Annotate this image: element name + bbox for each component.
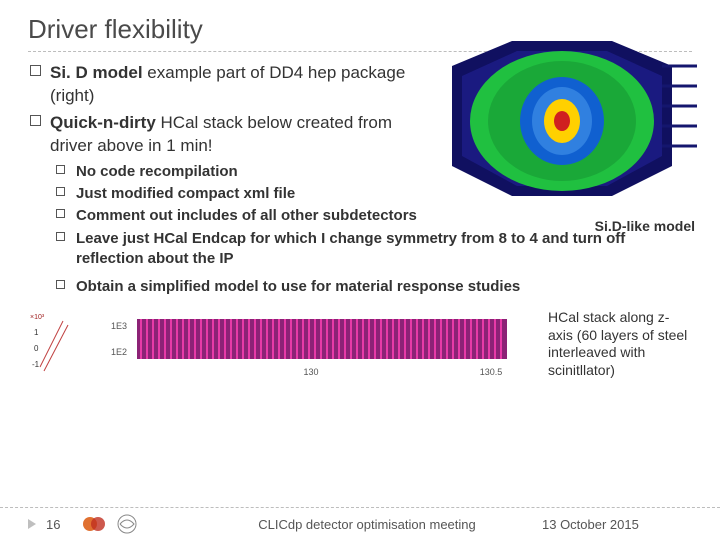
bullet-quick-dirty: Quick-n-dirty HCal stack below created f… bbox=[28, 112, 418, 158]
bullet-lead: Si. D model bbox=[50, 63, 143, 82]
bullet-leave-hcal: Leave just HCal Endcap for which I chang… bbox=[28, 229, 692, 270]
bullet-rest: code recompilation bbox=[96, 163, 238, 180]
checkbox-icon bbox=[30, 115, 41, 126]
institute-logo-icon bbox=[116, 514, 138, 534]
bullet-rest: out includes of all other subdetectors bbox=[145, 207, 417, 224]
checkbox-icon bbox=[56, 187, 65, 196]
checkbox-icon bbox=[56, 280, 65, 289]
checkbox-icon bbox=[56, 232, 65, 241]
bullet-obtain-model: Obtain a simplified model to use for mat… bbox=[28, 277, 692, 297]
bullet-rest: a simplified model to use for material r… bbox=[124, 278, 521, 295]
axis-tick: 130 bbox=[303, 367, 318, 377]
footer-date: 13 October 2015 bbox=[542, 517, 692, 532]
checkbox-icon bbox=[56, 165, 65, 174]
bullet-lead: No bbox=[76, 163, 96, 180]
hcal-caption: HCal stack along z-axis (60 layers of st… bbox=[542, 309, 692, 379]
hcal-axis-left: ×10³ 1 0 -1 bbox=[28, 309, 100, 379]
axis-tick: ×10³ bbox=[30, 314, 45, 321]
axis-tick: -1 bbox=[32, 360, 40, 369]
axis-tick: 1E2 bbox=[111, 347, 127, 357]
bullet-modified-xml: Just modified compact xml file bbox=[28, 184, 418, 204]
bullet-rest: just HCal Endcap for which I change symm… bbox=[76, 230, 625, 267]
axis-tick: 1 bbox=[34, 328, 39, 337]
bullet-no-recompile: No code recompilation bbox=[28, 162, 418, 182]
bullet-lead: Obtain bbox=[76, 278, 124, 295]
bullet-rest: modified compact xml file bbox=[107, 185, 295, 202]
bullet-lead: Comment bbox=[76, 207, 145, 224]
axis-tick: 1E3 bbox=[111, 321, 127, 331]
axis-tick: 0 bbox=[34, 344, 39, 353]
hcal-stack-row: ×10³ 1 0 -1 1E3 1E2 bbox=[28, 309, 692, 389]
bullet-lead: Quick-n-dirty bbox=[50, 113, 156, 132]
play-icon bbox=[28, 519, 36, 529]
hcal-bar-figure: 1E3 1E2 bbox=[108, 309, 534, 389]
checkbox-icon bbox=[30, 65, 41, 76]
footer-meeting: CLICdp detector optimisation meeting bbox=[192, 517, 542, 532]
bullet-lead: Just bbox=[76, 185, 107, 202]
detector-figure bbox=[422, 36, 702, 214]
bullet-lead: Leave bbox=[76, 230, 119, 247]
checkbox-icon bbox=[56, 209, 65, 218]
bullet-sid-model: Si. D model example part of DD4 hep pack… bbox=[28, 62, 418, 108]
axis-tick: 130.5 bbox=[480, 367, 503, 377]
slide-footer: 16 CLICdp detector optimisation meeting … bbox=[0, 507, 720, 534]
page-number: 16 bbox=[46, 517, 82, 532]
detector-caption: Si.D-like model bbox=[595, 218, 695, 234]
clicdp-logo-icon bbox=[82, 514, 106, 534]
footer-logos bbox=[82, 514, 192, 534]
